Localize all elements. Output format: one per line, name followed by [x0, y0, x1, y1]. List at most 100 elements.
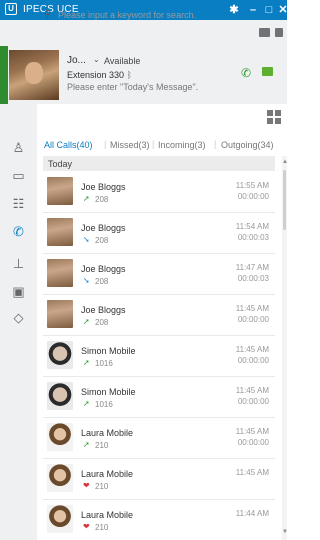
- contact-photo: [47, 218, 73, 246]
- call-row[interactable]: Joe Bloggs ➘ 208 11:54 AM 00:00:03: [43, 213, 275, 254]
- call-row[interactable]: Laura Mobile ❤ 210 11:45 AM: [43, 459, 275, 500]
- call-filter-tabs: All Calls(40) | Missed(3) | Incoming(3) …: [37, 134, 287, 157]
- contact-photo: [47, 300, 73, 328]
- scroll-up-icon[interactable]: ▲: [282, 158, 288, 166]
- tab-separator: |: [152, 139, 155, 149]
- search-icon: ⚲: [44, 9, 52, 20]
- extension-label: Extension 330 ᛒ: [67, 70, 132, 80]
- contact-photo: [47, 341, 73, 369]
- grid-view-icon[interactable]: [267, 110, 282, 124]
- date-group-header: Today: [43, 156, 275, 171]
- contact-extension: 1016: [95, 359, 113, 368]
- contact-photo: [47, 423, 73, 451]
- outgoing-call-icon: ➚: [83, 194, 90, 203]
- call-row[interactable]: Simon Mobile ➚ 1016 11:45 AM 00:00:00: [43, 377, 275, 418]
- tab-all-calls[interactable]: All Calls(40): [44, 140, 93, 150]
- call-row[interactable]: Joe Bloggs ➚ 208 11:55 AM 00:00:00: [43, 172, 275, 213]
- avatar[interactable]: [9, 50, 59, 100]
- left-navigation: ♙ ▭ ☷ ✆ ⊥ ▣ ◇: [0, 104, 37, 540]
- call-time: 11:44 AM: [235, 509, 269, 518]
- contact-extension: 1016: [95, 400, 113, 409]
- conference-icon[interactable]: ▣: [11, 284, 26, 299]
- contact-extension: 210: [95, 482, 109, 491]
- call-row[interactable]: Joe Bloggs ➚ 208 11:45 AM 00:00:00: [43, 295, 275, 336]
- contact-name: Laura Mobile: [81, 428, 134, 438]
- call-duration: 00:00:00: [237, 192, 269, 201]
- date-group-label: Today: [48, 159, 73, 169]
- call-duration: 00:00:03: [237, 274, 269, 283]
- call-row[interactable]: Joe Bloggs ➘ 208 11:47 AM 00:00:03: [43, 254, 275, 295]
- contact-extension: 210: [95, 523, 109, 532]
- tab-separator: |: [104, 139, 107, 149]
- bluetooth-icon: ᛒ: [126, 70, 132, 80]
- exit-icon[interactable]: [275, 28, 283, 37]
- contacts-icon[interactable]: ♙: [11, 140, 26, 155]
- search-bar: [37, 104, 287, 134]
- status-selector[interactable]: Available: [104, 56, 140, 66]
- call-history-icon[interactable]: ✆: [11, 224, 26, 239]
- call-time: 11:45 AM: [235, 345, 269, 354]
- contact-photo: [47, 259, 73, 287]
- scrollbar-thumb[interactable]: [283, 170, 286, 230]
- chevron-down-icon[interactable]: ⌄: [93, 55, 100, 64]
- contact-photo: [47, 177, 73, 205]
- gear-icon[interactable]: ✱: [226, 2, 242, 18]
- contact-photo: [47, 505, 73, 533]
- call-duration: 00:00:00: [237, 438, 269, 447]
- minimize-icon[interactable]: –: [245, 2, 261, 18]
- profile-panel: Jo... ⌄ Available Extension 330 ᛒ Please…: [0, 46, 287, 104]
- incoming-call-icon: ➘: [83, 276, 90, 285]
- call-row[interactable]: Simon Mobile ➚ 1016 11:45 AM 00:00:00: [43, 336, 275, 377]
- contact-extension: 210: [95, 441, 109, 450]
- close-icon[interactable]: ✕: [275, 2, 291, 18]
- call-duration: 00:00:00: [237, 397, 269, 406]
- call-time: 11:45 AM: [235, 304, 269, 313]
- tab-missed[interactable]: Missed(3): [110, 140, 150, 150]
- profile-name: Jo...: [67, 55, 86, 66]
- call-duration: 00:00:00: [237, 356, 269, 365]
- contact-name: Simon Mobile: [81, 387, 136, 397]
- toolbar: [0, 20, 287, 46]
- app-logo-icon: U: [5, 3, 17, 15]
- outgoing-call-icon: ➚: [83, 399, 90, 408]
- contact-extension: 208: [95, 277, 109, 286]
- outgoing-call-icon: ➚: [83, 358, 90, 367]
- contact-name: Simon Mobile: [81, 346, 136, 356]
- contact-name: Laura Mobile: [81, 510, 134, 520]
- incoming-call-icon: ➘: [83, 235, 90, 244]
- call-row[interactable]: Laura Mobile ➚ 210 11:45 AM 00:00:00: [43, 418, 275, 459]
- org-chart-icon[interactable]: ⊥: [11, 256, 26, 271]
- contact-extension: 208: [95, 195, 109, 204]
- call-time: 11:54 AM: [235, 222, 269, 231]
- todays-message-field[interactable]: Please enter "Today's Message".: [67, 82, 198, 92]
- tab-separator: |: [214, 139, 217, 149]
- directory-icon[interactable]: ☷: [11, 196, 26, 211]
- tab-incoming[interactable]: Incoming(3): [158, 140, 206, 150]
- call-time: 11:47 AM: [235, 263, 269, 272]
- call-duration: 00:00:00: [237, 315, 269, 324]
- missed-call-icon: ❤: [83, 481, 90, 490]
- missed-call-icon: ❤: [83, 522, 90, 531]
- contact-extension: 208: [95, 236, 109, 245]
- search-input[interactable]: Please input a keyword for search.: [58, 10, 196, 20]
- contact-name: Joe Bloggs: [81, 305, 126, 315]
- screen-share-icon[interactable]: [259, 28, 270, 37]
- outgoing-call-icon: ➚: [83, 317, 90, 326]
- contact-name: Joe Bloggs: [81, 182, 126, 192]
- contact-name: Joe Bloggs: [81, 264, 126, 274]
- call-history-list: Today Joe Bloggs ➚ 208 11:55 AM 00:00:00 Joe …: [37, 156, 287, 540]
- call-time: 11:55 AM: [235, 181, 269, 190]
- tab-outgoing[interactable]: Outgoing(34): [221, 140, 274, 150]
- call-time: 11:45 AM: [235, 427, 269, 436]
- call-time: 11:45 AM: [235, 386, 269, 395]
- scroll-down-icon[interactable]: ▼: [282, 528, 288, 536]
- chat-icon[interactable]: ▭: [11, 168, 26, 183]
- contact-name: Laura Mobile: [81, 469, 134, 479]
- contact-photo: [47, 382, 73, 410]
- phone-icon[interactable]: ✆: [241, 66, 251, 80]
- contact-extension: 208: [95, 318, 109, 327]
- voicemail-icon[interactable]: [262, 67, 273, 76]
- tag-icon[interactable]: ◇: [11, 310, 26, 325]
- call-row[interactable]: Laura Mobile ❤ 210 11:44 AM: [43, 500, 275, 540]
- contact-name: Joe Bloggs: [81, 223, 126, 233]
